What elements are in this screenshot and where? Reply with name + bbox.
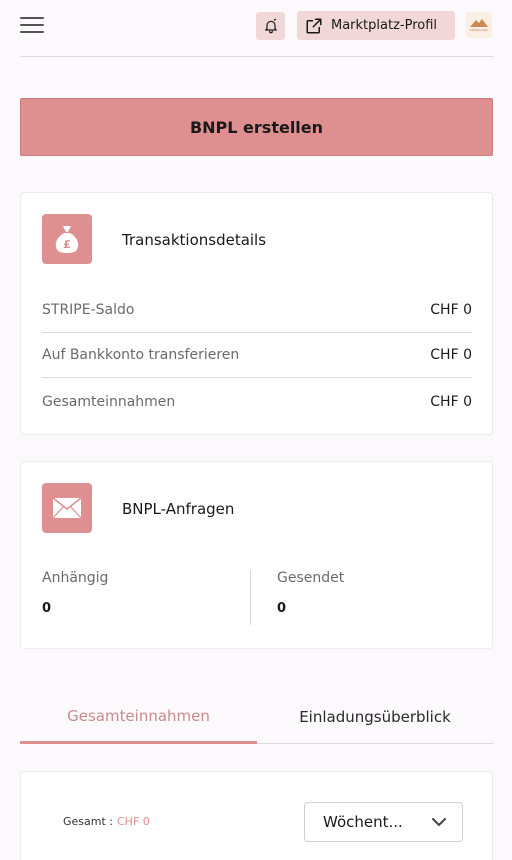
sent-value: 0 xyxy=(277,601,287,616)
stat-divider xyxy=(250,570,251,625)
logo-text: VERMALENG xyxy=(469,28,489,32)
total-income-label: Gesamteinnahmen xyxy=(42,393,176,410)
mountain-logo-icon xyxy=(470,19,488,27)
hamburger-menu-icon[interactable] xyxy=(20,16,44,34)
svg-text:£: £ xyxy=(63,238,71,251)
sent-stat: Gesendet 0 xyxy=(277,570,344,616)
stripe-balance-label: STRIPE-Saldo xyxy=(42,302,135,318)
money-bag-icon: £ xyxy=(42,214,92,264)
stripe-balance-row: STRIPE-Saldo CHF 0 xyxy=(42,288,472,333)
bank-transfer-value: CHF 0 xyxy=(430,347,472,363)
period-select[interactable]: Wöchent... xyxy=(304,802,463,842)
brand-logo[interactable]: VERMALENG xyxy=(466,12,492,38)
period-select-value: Wöchent... xyxy=(323,813,403,831)
bank-transfer-label: Auf Bankkonto transferieren xyxy=(42,347,240,363)
total-value: CHF 0 xyxy=(117,815,150,828)
chevron-down-icon xyxy=(432,817,446,826)
top-bar: Marktplatz-Profil VERMALENG xyxy=(0,0,512,56)
bnpl-requests-card: BNPL-Anfragen Anhängig 0 Gesendet 0 xyxy=(20,461,493,649)
envelope-icon xyxy=(42,483,92,533)
total-income-row: Gesamteinnahmen CHF 0 xyxy=(42,379,472,424)
create-bnpl-button[interactable]: BNPL erstellen xyxy=(20,98,493,156)
bell-icon xyxy=(264,18,277,34)
transaction-details-card: £ Transaktionsdetails STRIPE-Saldo CHF 0… xyxy=(20,192,493,435)
income-tabs: Gesamteinnahmen Einladungsüberblick xyxy=(20,690,493,744)
pending-stat: Anhängig 0 xyxy=(42,570,108,616)
sent-label: Gesendet xyxy=(277,570,345,586)
transaction-details-title: Transaktionsdetails xyxy=(122,231,267,249)
pending-value: 0 xyxy=(42,601,52,616)
total-summary: Gesamt : CHF 0 xyxy=(63,815,150,828)
total-income-value: CHF 0 xyxy=(430,393,472,410)
stripe-balance-value: CHF 0 xyxy=(430,302,472,318)
bank-transfer-row: Auf Bankkonto transferieren CHF 0 xyxy=(42,333,472,378)
total-label: Gesamt : xyxy=(63,815,113,828)
pending-label: Anhängig xyxy=(42,570,109,586)
marketplace-profile-label: Marktplatz-Profil xyxy=(331,18,438,33)
header-divider xyxy=(20,56,493,57)
tab-total-income[interactable]: Gesamteinnahmen xyxy=(20,690,257,744)
income-summary-card: Gesamt : CHF 0 Wöchent... xyxy=(20,771,493,860)
notifications-button[interactable] xyxy=(256,12,285,40)
marketplace-profile-button[interactable]: Marktplatz-Profil xyxy=(297,11,455,40)
tab-invitation-overview[interactable]: Einladungsüberblick xyxy=(257,690,493,744)
external-link-icon xyxy=(306,18,322,33)
bnpl-requests-title: BNPL-Anfragen xyxy=(122,500,235,518)
